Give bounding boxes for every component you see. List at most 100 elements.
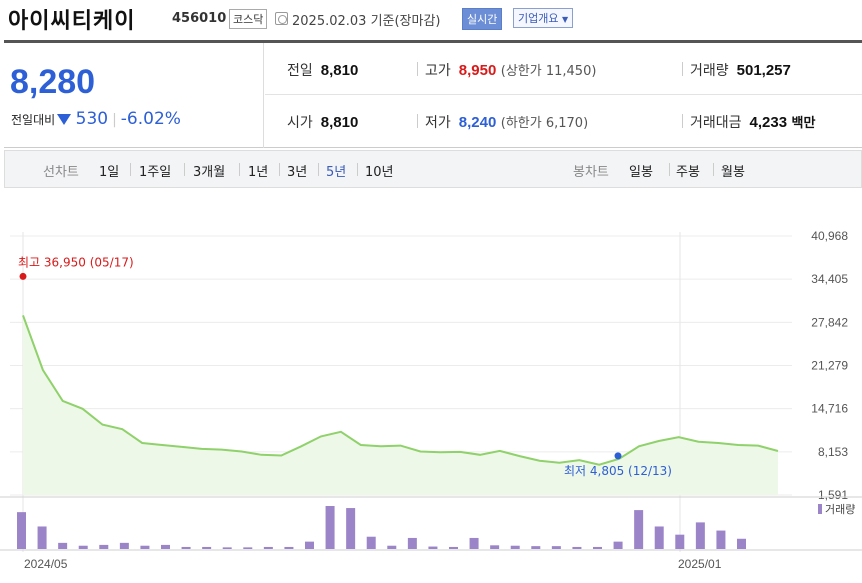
line-chart-label: 선차트	[43, 165, 79, 180]
realtime-button[interactable]: 실시간	[462, 8, 503, 30]
volume-bar	[634, 510, 644, 549]
current-price: 8,280	[10, 63, 96, 101]
low-value: 8,240	[458, 114, 497, 131]
tab-3y[interactable]: 3년	[287, 161, 307, 180]
lower-limit: (하한가 6,170)	[500, 116, 589, 131]
volume-bar	[346, 508, 356, 549]
volume-label: 거래량	[690, 63, 729, 79]
corp-info-button[interactable]: 기업개요 ▼	[513, 8, 574, 28]
volume-bar	[181, 546, 191, 549]
change-label: 전일대비	[11, 113, 56, 127]
tab-1w[interactable]: 1주일	[139, 161, 171, 180]
low-marker	[614, 452, 622, 460]
volume-bar	[17, 512, 26, 549]
tab-weekly-candle[interactable]: 주봉	[676, 161, 700, 180]
volume-bar	[613, 541, 623, 549]
prev-close-label: 전일	[287, 63, 313, 79]
company-name: 아이씨티케이	[8, 9, 136, 34]
volume-bar	[202, 546, 212, 549]
low-annotation: 최저 4,805 (12/13)	[564, 464, 672, 478]
clock-icon	[275, 12, 288, 25]
prev-close-cell: 전일 8,810	[287, 60, 358, 80]
corp-info-label: 기업개요	[518, 12, 559, 25]
change-percent: -6.02%	[120, 109, 181, 129]
divider	[682, 114, 683, 128]
divider	[318, 163, 319, 176]
volume-bar	[675, 534, 685, 549]
volume-bar	[243, 547, 253, 549]
volume-bar	[161, 544, 170, 549]
volume-bar	[654, 526, 664, 549]
volume-bar	[490, 545, 500, 549]
tab-1d[interactable]: 1일	[99, 161, 119, 180]
divider	[239, 163, 240, 176]
summary-row-2: 시가 8,810 저가 8,240 (하한가 6,170) 거래대금 4,233 백만	[265, 95, 862, 147]
divider	[417, 62, 418, 76]
volume-bar	[366, 536, 376, 549]
volume-bar	[140, 545, 150, 549]
volume-bar	[37, 526, 47, 549]
volume-legend: 거래량	[825, 503, 855, 516]
tab-monthly-candle[interactable]: 월봉	[721, 161, 745, 180]
volume-bar	[695, 522, 705, 549]
volume-bar	[305, 541, 314, 549]
tab-10y[interactable]: 10년	[365, 161, 394, 180]
y-tick-label: 14,716	[811, 402, 848, 416]
volume-bar	[263, 546, 273, 549]
y-tick-label: 40,968	[811, 229, 848, 243]
x-tick-label: 2024/05	[24, 557, 68, 571]
tab-5y[interactable]: 5년	[326, 161, 346, 180]
volume-bar	[531, 546, 541, 549]
upper-limit: (상한가 11,450)	[500, 64, 597, 79]
divider	[130, 163, 131, 176]
open-label: 시가	[287, 115, 313, 131]
candle-chart-label: 봉차트	[573, 165, 609, 180]
low-cell: 저가 8,240 (하한가 6,170)	[425, 112, 588, 132]
volume-bar	[284, 546, 294, 549]
divider	[669, 163, 670, 176]
low-label: 저가	[425, 115, 451, 131]
tab-1y[interactable]: 1년	[248, 161, 268, 180]
y-tick-label: 27,842	[811, 315, 848, 329]
summary-row-1: 전일 8,810 고가 8,950 (상한가 11,450) 거래량 501,257	[265, 43, 862, 95]
volume-value: 501,257	[736, 62, 791, 79]
caret-down-icon: ▼	[561, 15, 569, 24]
base-date: 2025.02.03 기준(장마감)	[292, 14, 441, 29]
market-badge: 코스닥	[229, 9, 268, 29]
y-tick-label: 8,153	[818, 445, 848, 459]
volume-bar	[428, 546, 438, 549]
stock-code: 456010	[172, 11, 227, 26]
open-cell: 시가 8,810	[287, 112, 358, 132]
y-tick-label: 1,591	[818, 488, 848, 502]
divider	[279, 163, 280, 176]
volume-bar	[387, 545, 397, 549]
amount-value: 4,233	[749, 114, 788, 131]
volume-bar	[593, 546, 602, 549]
divider	[417, 114, 418, 128]
divider	[184, 163, 185, 176]
price-chart[interactable]: 40,968 34,405 27,842 21,279 14,716 8,153 1,591…	[0, 190, 862, 583]
volume-bar	[469, 537, 479, 549]
high-label: 고가	[425, 63, 451, 79]
amount-cell: 거래대금 4,233 백만	[690, 112, 815, 132]
volume-bar	[551, 546, 561, 549]
change-value: 530	[75, 109, 109, 129]
volume-bar	[407, 537, 417, 549]
volume-bar	[325, 506, 335, 549]
amount-unit: 백만	[791, 115, 816, 130]
volume-bar	[222, 547, 232, 549]
divider	[713, 163, 714, 176]
divider: |	[112, 112, 117, 128]
x-tick-label: 2025/01	[678, 557, 722, 571]
stock-header: 아이씨티케이 456010 코스닥 2025.02.03 기준(장마감) 실시간…	[0, 0, 862, 40]
volume-bar	[510, 545, 520, 549]
divider	[357, 163, 358, 176]
volume-bar	[78, 545, 88, 549]
open-value: 8,810	[320, 114, 359, 131]
high-annotation: 최고 36,950 (05/17)	[18, 255, 134, 269]
tab-3m[interactable]: 3개월	[193, 161, 225, 180]
chart-period-tabs: 선차트 1일 1주일 3개월 1년 3년 5년 10년 봉차트 일봉 주봉 월봉	[4, 150, 862, 188]
volume-bar	[572, 546, 582, 549]
high-value: 8,950	[458, 62, 497, 79]
tab-daily-candle[interactable]: 일봉	[629, 161, 653, 180]
